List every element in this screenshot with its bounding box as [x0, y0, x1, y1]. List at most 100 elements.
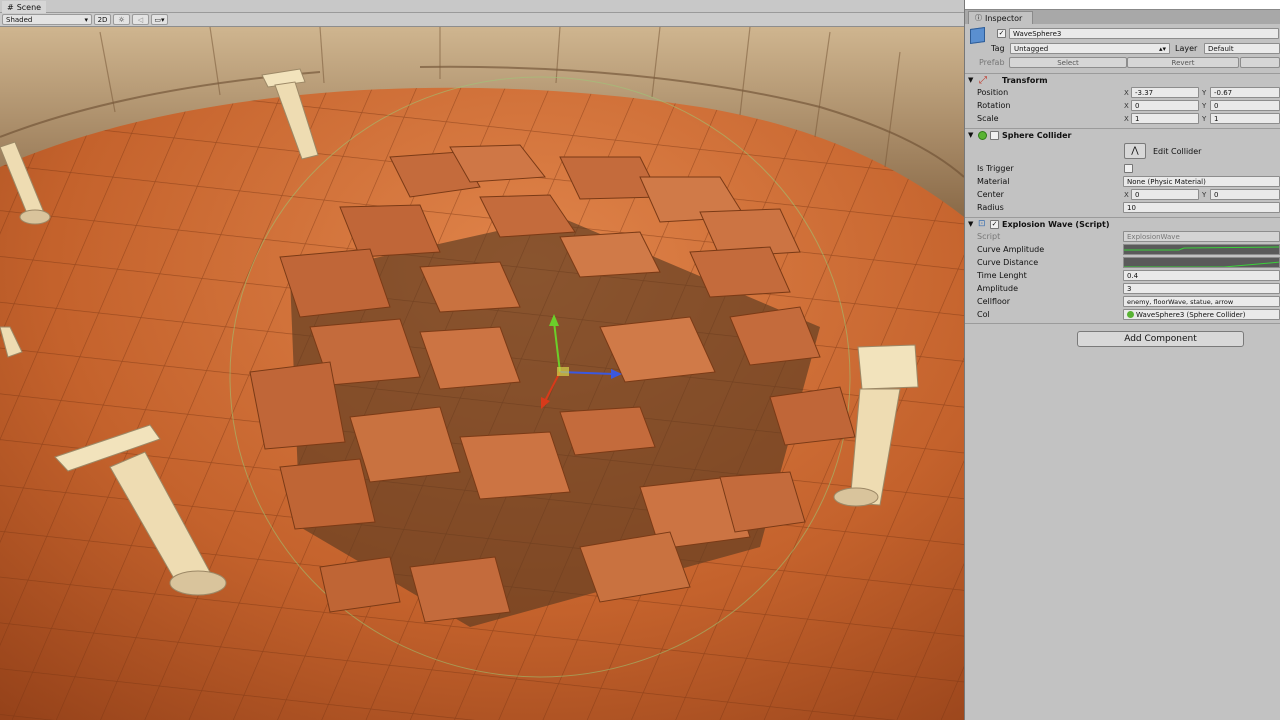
sphere-collider-icon [1127, 311, 1134, 318]
col-field[interactable]: WaveSphere3 (Sphere Collider) [1123, 309, 1280, 320]
chevron-down-icon: ▾ [84, 15, 88, 24]
inspector-body: ✓ WaveSphere3 Tag Untagged ▴▾ Layer Defa… [965, 24, 1280, 720]
prefab-revert-button[interactable]: Revert [1127, 57, 1239, 68]
audio-toggle-button[interactable]: ◁ [132, 14, 149, 25]
image-icon: ▭▾ [154, 15, 165, 24]
cube-icon [970, 26, 985, 45]
prefab-label: Prefab [979, 58, 1005, 67]
scale-x-field[interactable]: 1 [1131, 113, 1199, 124]
curve-amplitude-label: Curve Amplitude [977, 245, 1045, 254]
chevron-down-icon: ▴▾ [1158, 44, 1166, 53]
is-trigger-row: Is Trigger [965, 162, 1280, 175]
rotation-x-field[interactable]: 0 [1131, 100, 1199, 111]
transform-title: Transform [1002, 75, 1048, 85]
curve-amplitude-field[interactable] [1123, 244, 1280, 255]
explosion-wave-title: Explosion Wave (Script) [1002, 219, 1110, 229]
scene-viewport[interactable] [0, 27, 964, 720]
speaker-icon: ◁ [137, 15, 144, 24]
tag-value: Untagged [1014, 44, 1049, 53]
explosion-wave-header[interactable]: ▼ ⊡ ✓ Explosion Wave (Script) [965, 217, 1280, 230]
object-name-field[interactable]: WaveSphere3 [1009, 28, 1279, 39]
sphere-collider-title: Sphere Collider [1002, 130, 1072, 140]
tab-scene[interactable]: # Scene [2, 1, 47, 13]
scene-tab-label: Scene [16, 2, 42, 12]
curve-amplitude-row: Curve Amplitude [965, 243, 1280, 256]
layer-dropdown[interactable]: Default [1204, 43, 1280, 54]
cellfloor-label: Cellfloor [977, 297, 1011, 306]
effects-dropdown[interactable]: ▭▾ [151, 14, 168, 25]
position-x-field[interactable]: -3.37 [1131, 87, 1199, 98]
curve-distance-graph [1124, 261, 1279, 267]
material-row: Material None (Physic Material) [965, 175, 1280, 188]
edit-collider-icon: ⋀ [1131, 146, 1139, 156]
cellfloor-value: enemy, floorWave, statue, arrow [1127, 297, 1234, 306]
tag-dropdown[interactable]: Untagged ▴▾ [1010, 43, 1170, 54]
center-x-field[interactable]: 0 [1131, 189, 1199, 200]
active-checkbox[interactable]: ✓ [997, 29, 1006, 38]
is-trigger-label: Is Trigger [977, 164, 1014, 173]
sun-icon: ☼ [118, 15, 125, 24]
foldout-arrow-icon: ▼ [968, 76, 974, 84]
center-y-field[interactable]: 0 [1210, 189, 1280, 200]
scale-label: Scale [977, 114, 999, 123]
center-label: Center [977, 190, 1004, 199]
layer-value: Default [1208, 44, 1234, 53]
time-row: Time Lenght 0.4 [965, 269, 1280, 282]
col-row: Col WaveSphere3 (Sphere Collider) [965, 308, 1280, 321]
radius-row: Radius 10 [965, 201, 1280, 214]
radius-field[interactable]: 10 [1123, 202, 1280, 213]
toggle-2d-label: 2D [97, 15, 108, 24]
cellfloor-dropdown[interactable]: enemy, floorWave, statue, arrow [1123, 296, 1280, 307]
edit-collider-button[interactable]: ⋀ [1124, 143, 1146, 159]
axis-y-label: Y [1202, 101, 1207, 110]
axis-x-label: X [1124, 101, 1129, 110]
scale-row: Scale X 1 Y 1 [965, 112, 1280, 125]
axis-x-label: X [1124, 88, 1129, 97]
axis-y-label: Y [1202, 88, 1207, 97]
transform-header[interactable]: ▼ ⤢ Transform [965, 73, 1280, 86]
script-enabled-checkbox[interactable]: ✓ [990, 220, 999, 229]
axis-x-label: X [1124, 190, 1129, 199]
shading-mode-label: Shaded [6, 15, 33, 24]
amplitude-field[interactable]: 3 [1123, 283, 1280, 294]
inspector-top-strip [965, 0, 1280, 10]
axis-x-label: X [1124, 114, 1129, 123]
edit-collider-label: Edit Collider [1153, 147, 1202, 156]
add-component-button[interactable]: Add Component [1077, 331, 1244, 347]
material-field[interactable]: None (Physic Material) [1123, 176, 1280, 187]
tag-label: Tag [991, 44, 1005, 53]
rotation-y-field[interactable]: 0 [1210, 100, 1280, 111]
curve-distance-row: Curve Distance [965, 256, 1280, 269]
time-field[interactable]: 0.4 [1123, 270, 1280, 281]
layer-label: Layer [1175, 44, 1198, 53]
curve-amplitude-graph [1124, 246, 1279, 251]
scene-toolbar: Shaded ▾ 2D ☼ ◁ ▭▾ [0, 13, 964, 27]
amplitude-label: Amplitude [977, 284, 1018, 293]
sphere-collider-header[interactable]: ▼ Sphere Collider [965, 128, 1280, 141]
scale-y-field[interactable]: 1 [1210, 113, 1280, 124]
collider-enabled-checkbox[interactable] [990, 131, 999, 140]
curve-distance-field[interactable] [1123, 257, 1280, 268]
foldout-arrow-icon: ▼ [968, 220, 974, 228]
script-field: ExplosionWave [1123, 231, 1280, 242]
prefab-select-button[interactable]: Select [1009, 57, 1127, 68]
inspector-tab-bar: ⓘ Inspector [965, 10, 1280, 24]
position-y-field[interactable]: -0.67 [1210, 87, 1280, 98]
cellfloor-row: Cellfloor enemy, floorWave, statue, arro… [965, 295, 1280, 308]
toggle-2d-button[interactable]: 2D [94, 14, 111, 25]
time-label: Time Lenght [977, 271, 1027, 280]
center-row: Center X 0 Y 0 [965, 188, 1280, 201]
inspector-panel: ⓘ Inspector ✓ WaveSphere3 Tag Untagged ▴… [964, 0, 1280, 720]
shading-mode-dropdown[interactable]: Shaded ▾ [2, 14, 92, 25]
prefab-apply-button[interactable] [1240, 57, 1280, 68]
foldout-arrow-icon: ▼ [968, 131, 974, 139]
tab-inspector[interactable]: ⓘ Inspector [968, 11, 1034, 24]
is-trigger-checkbox[interactable] [1124, 164, 1133, 173]
position-row: Position X -3.37 Y -0.67 [965, 86, 1280, 99]
material-label: Material [977, 177, 1010, 186]
lighting-toggle-button[interactable]: ☼ [113, 14, 130, 25]
components-divider [965, 323, 1280, 324]
rotation-label: Rotation [977, 101, 1011, 110]
position-label: Position [977, 88, 1009, 97]
inspector-tab-label: Inspector [985, 13, 1023, 23]
